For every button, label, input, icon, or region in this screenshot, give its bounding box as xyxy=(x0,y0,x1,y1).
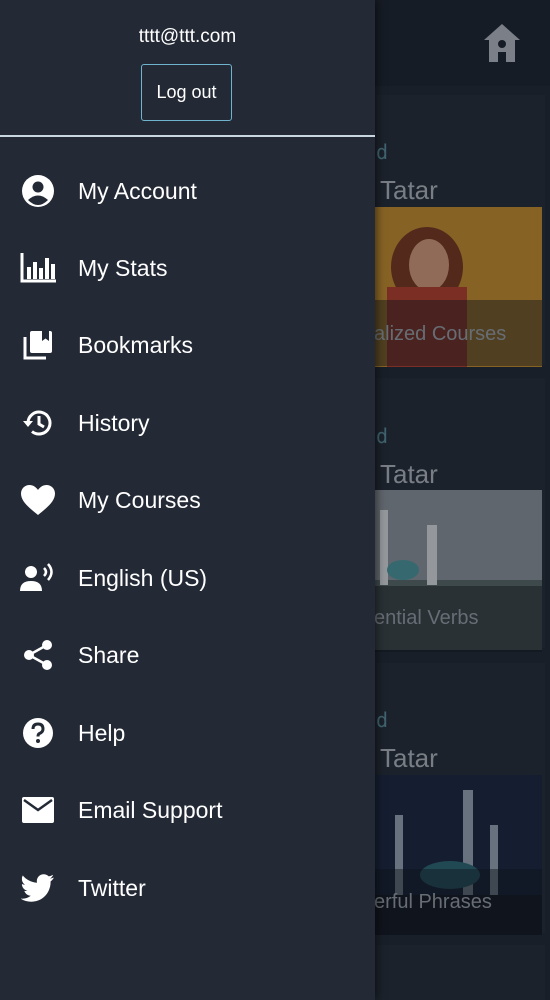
menu-item-share[interactable]: Share xyxy=(0,623,375,687)
menu-item-label: Twitter xyxy=(78,874,146,901)
divider xyxy=(0,135,375,137)
menu-item-label: My Stats xyxy=(78,254,168,281)
menu-item-language[interactable]: English (US) xyxy=(0,546,375,610)
card-subtitle: d xyxy=(376,708,389,732)
menu-item-my-account[interactable]: My Account xyxy=(0,159,375,223)
help-icon xyxy=(20,715,56,751)
menu-item-label: Help xyxy=(78,719,126,746)
share-icon xyxy=(20,637,56,673)
menu-item-my-courses[interactable]: My Courses xyxy=(0,468,375,532)
menu-item-label: My Account xyxy=(78,177,197,204)
card-subtitle: d xyxy=(376,140,389,164)
account-icon xyxy=(20,173,56,209)
home-icon[interactable] xyxy=(482,22,522,64)
menu-item-my-stats[interactable]: My Stats xyxy=(0,236,375,300)
menu-item-label: English (US) xyxy=(78,564,208,591)
stats-icon xyxy=(20,250,56,286)
voice-language-icon xyxy=(20,560,56,596)
card-title: Tatar xyxy=(380,743,438,773)
history-icon xyxy=(20,405,56,441)
card-caption: alized Courses xyxy=(374,323,507,345)
card-caption: erful Phrases xyxy=(374,891,492,913)
menu-item-twitter[interactable]: Twitter xyxy=(0,856,375,920)
card-title: Tatar xyxy=(380,459,438,489)
card-title: Tatar xyxy=(380,175,438,205)
bookmarks-icon xyxy=(20,327,56,363)
card-caption: ential Verbs xyxy=(374,607,479,629)
menu-item-email-support[interactable]: Email Support xyxy=(0,778,375,842)
menu-item-label: My Courses xyxy=(78,486,201,513)
user-email: tttt@ttt.com xyxy=(138,26,237,47)
logout-button[interactable]: Log out xyxy=(141,64,232,121)
menu-item-bookmarks[interactable]: Bookmarks xyxy=(0,313,375,377)
heart-icon xyxy=(20,482,56,518)
menu-item-label: Share xyxy=(78,641,140,668)
card-subtitle: d xyxy=(376,424,389,448)
menu-item-help[interactable]: Help xyxy=(0,701,375,765)
navigation-drawer: tttt@ttt.com Log out My Account My Stats… xyxy=(0,0,375,1000)
twitter-icon xyxy=(20,870,56,906)
menu-item-label: Bookmarks xyxy=(78,331,194,358)
menu-item-history[interactable]: History xyxy=(0,391,375,455)
course-card[interactable] xyxy=(375,945,545,1000)
menu-item-label: History xyxy=(78,409,150,436)
menu-item-label: Email Support xyxy=(78,796,223,823)
email-icon xyxy=(20,792,56,828)
